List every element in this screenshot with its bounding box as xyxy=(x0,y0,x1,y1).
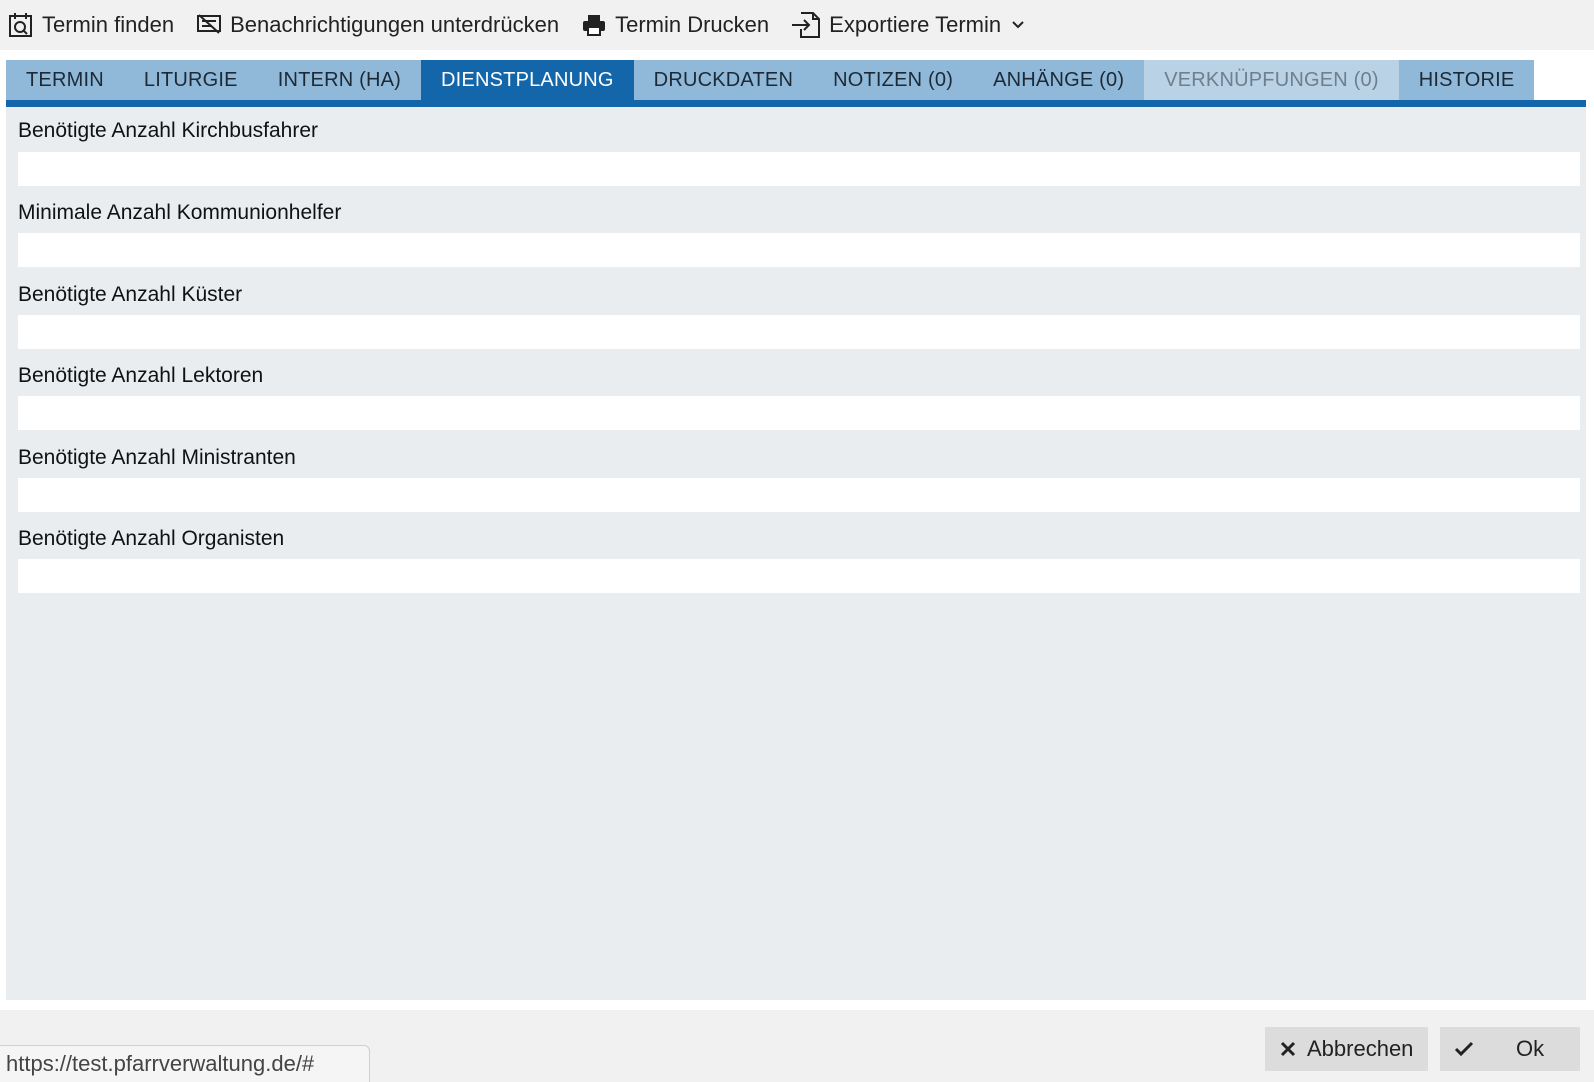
suppress-notifications-label: Benachrichtigungen unterdrücken xyxy=(230,12,560,37)
ministranten-input[interactable] xyxy=(18,478,1580,512)
organisten-input[interactable] xyxy=(18,559,1580,593)
tab-anhaenge[interactable]: ANHÄNGE (0) xyxy=(973,60,1145,100)
field-label-kirchbusfahrer: Benötigte Anzahl Kirchbusfahrer xyxy=(18,119,319,142)
tab-historie[interactable]: HISTORIE xyxy=(1398,60,1535,100)
print-appointment-button[interactable]: Termin Drucken xyxy=(581,0,769,50)
suppress-notifications-button[interactable]: Benachrichtigungen unterdrücken xyxy=(196,0,559,50)
status-url: https://test.pfarrverwaltung.de/# xyxy=(0,1045,370,1082)
tab-druckdaten[interactable]: DRUCKDATEN xyxy=(633,60,814,100)
export-appointment-dropdown[interactable]: Exportiere Termin xyxy=(791,0,1025,50)
kuester-input[interactable] xyxy=(18,315,1580,349)
tab-bar: TERMIN LITURGIE INTERN (HA) DIENSTPLANUN… xyxy=(6,60,1535,100)
find-appointment-label: Termin finden xyxy=(42,12,175,37)
field-label-kuester: Benötigte Anzahl Küster xyxy=(18,283,243,306)
field-label-kommunionhelfer: Minimale Anzahl Kommunionhelfer xyxy=(18,201,342,224)
ok-label: Ok xyxy=(1516,1036,1545,1061)
calendar-search-icon xyxy=(9,13,32,37)
tab-verknuepfungen: VERKNÜPFUNGEN (0) xyxy=(1144,60,1399,100)
tab-notizen[interactable]: NOTIZEN (0) xyxy=(813,60,974,100)
printer-icon xyxy=(583,15,606,36)
tab-intern[interactable]: INTERN (HA) xyxy=(257,60,422,100)
message-muted-icon xyxy=(197,14,222,34)
tab-termin[interactable]: TERMIN xyxy=(6,60,124,100)
tab-underline xyxy=(6,100,1586,107)
toolbar: Termin finden Benachrichtigungen unterdr… xyxy=(0,0,1594,50)
print-appointment-label: Termin Drucken xyxy=(615,12,770,37)
kommunionhelfer-input[interactable] xyxy=(18,233,1580,267)
field-label-ministranten: Benötigte Anzahl Ministranten xyxy=(18,446,296,469)
find-appointment-button[interactable]: Termin finden xyxy=(8,0,174,50)
export-appointment-label: Exportiere Termin xyxy=(829,12,1002,37)
ok-button[interactable]: Ok xyxy=(1440,1027,1580,1071)
tab-liturgie[interactable]: LITURGIE xyxy=(123,60,258,100)
chevron-down-icon xyxy=(1012,21,1024,29)
close-icon xyxy=(1280,1041,1296,1057)
field-label-lektoren: Benötigte Anzahl Lektoren xyxy=(18,364,264,387)
cancel-button[interactable]: Abbrechen xyxy=(1265,1027,1428,1071)
lektoren-input[interactable] xyxy=(18,396,1580,430)
checkmark-icon xyxy=(1454,1041,1474,1057)
field-label-organisten: Benötigte Anzahl Organisten xyxy=(18,527,285,550)
kirchbusfahrer-input[interactable] xyxy=(18,152,1580,186)
dienstplanung-panel: Benötigte Anzahl Kirchbusfahrer Minimale… xyxy=(6,107,1586,1000)
tab-dienstplanung[interactable]: DIENSTPLANUNG xyxy=(421,60,634,100)
file-export-icon xyxy=(792,12,821,38)
cancel-label: Abbrechen xyxy=(1307,1036,1414,1061)
